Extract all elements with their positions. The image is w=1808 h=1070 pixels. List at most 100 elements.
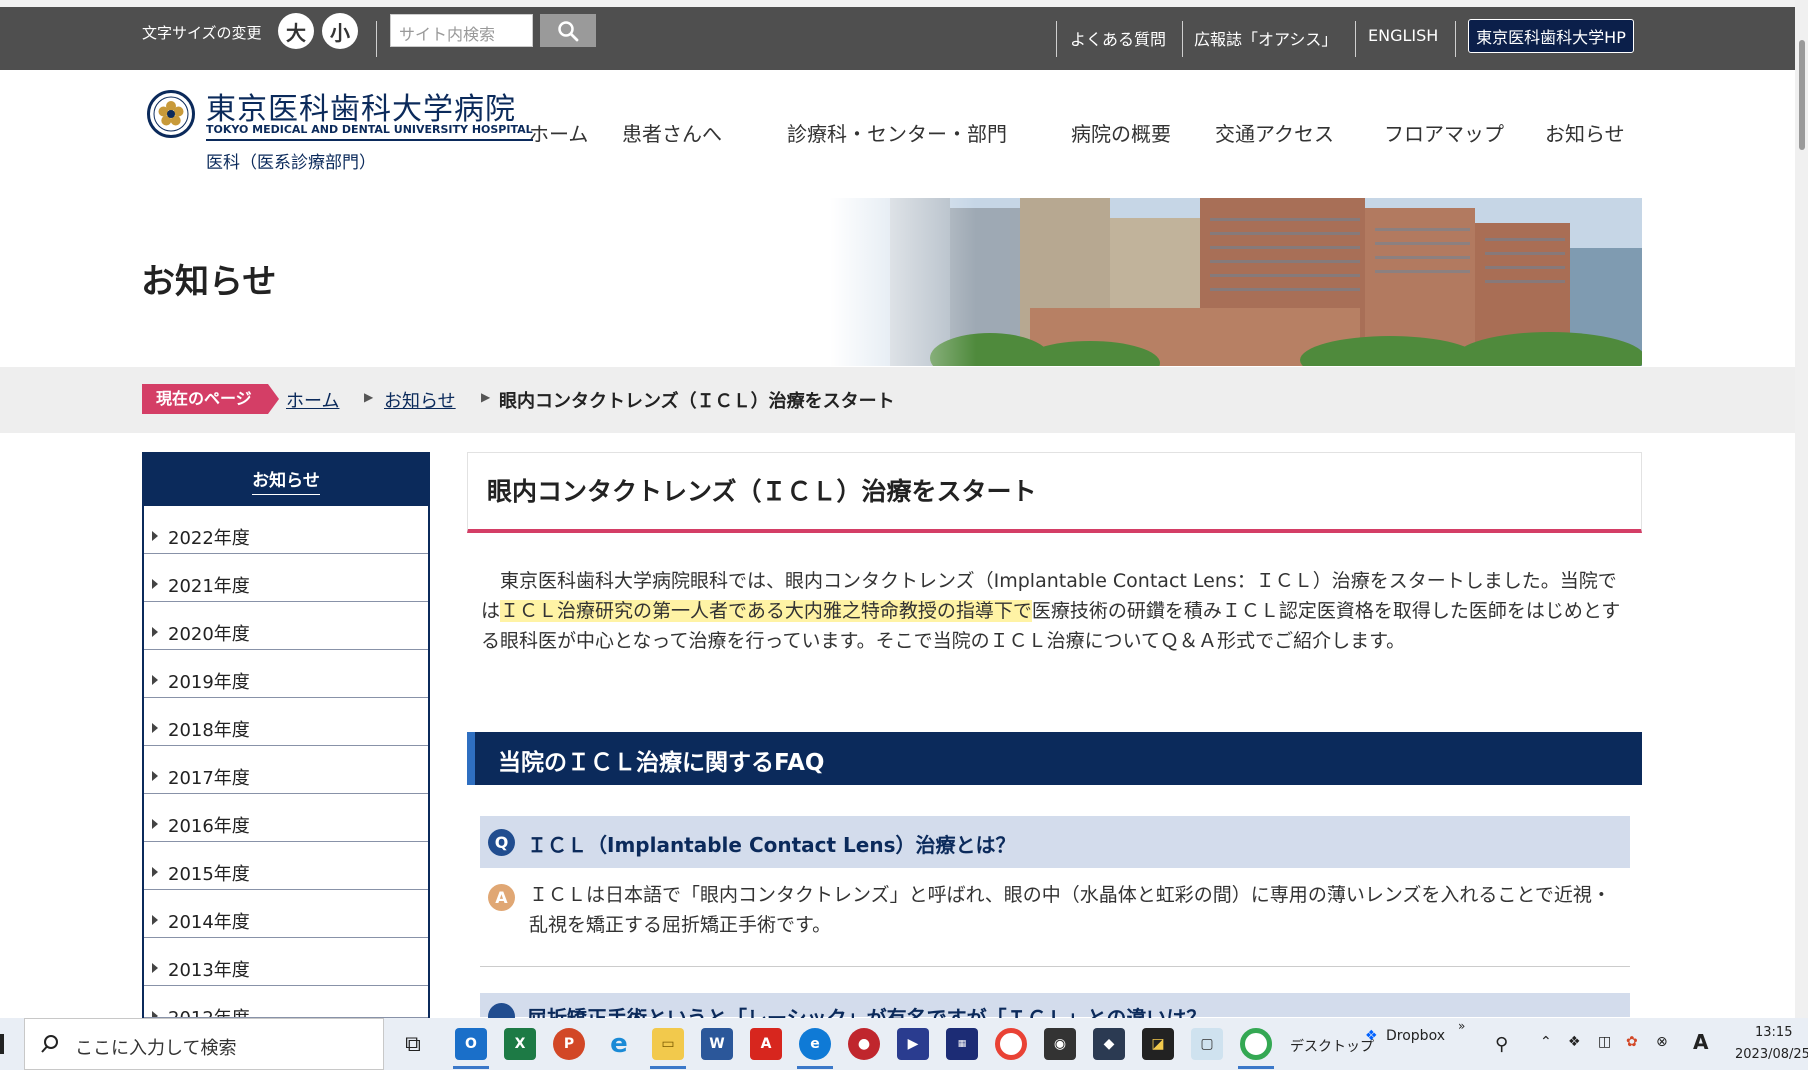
sidebar-item-label: 2018年度 — [168, 720, 250, 741]
dropbox-tray-icon[interactable]: ❖ — [1568, 1034, 1581, 1050]
edge-icon[interactable]: e — [799, 1028, 831, 1060]
dropbox-label[interactable]: Dropbox — [1386, 1028, 1445, 1044]
triangle-right-icon — [152, 819, 158, 829]
chrome-profile-icon[interactable] — [1240, 1028, 1272, 1060]
magazine-link[interactable]: 広報誌「オアシス」 — [1194, 26, 1337, 50]
faq-link[interactable]: よくある質問 — [1070, 26, 1166, 50]
text-size-large-button[interactable]: 大 — [278, 13, 314, 49]
triangle-right-icon — [152, 531, 158, 541]
nav-departments[interactable]: 診療科・センター・部門 — [787, 118, 1007, 147]
text-size-small-button[interactable]: 小 — [322, 13, 358, 49]
university-hp-button[interactable]: 東京医科歯科大学HP — [1468, 19, 1634, 53]
sidebar-item-2013[interactable]: 2013年度 — [144, 938, 428, 986]
media-player-icon[interactable]: ▶ — [897, 1028, 929, 1060]
start-edge — [0, 1034, 4, 1054]
sidebar-item-2015[interactable]: 2015年度 — [144, 842, 428, 890]
task-view-icon[interactable]: ⧉ — [397, 1028, 429, 1060]
word-icon[interactable]: W — [701, 1028, 733, 1060]
sidebar-item-label: 2019年度 — [168, 672, 250, 693]
question-text: 屈折矯正手術というと「レーシック」が有名ですが「ＩＣＬ」との違いは？ — [527, 1006, 1207, 1019]
english-link[interactable]: ENGLISH — [1368, 26, 1438, 45]
hospital-building-image — [830, 198, 1642, 366]
faq-heading: 当院のＩＣＬ治療に関するFAQ — [467, 732, 1642, 785]
acrobat-icon[interactable]: A — [750, 1028, 782, 1060]
divider — [1056, 21, 1057, 57]
sidebar-item-2014[interactable]: 2014年度 — [144, 890, 428, 938]
active-indicator — [1238, 1066, 1274, 1069]
clock-time[interactable]: 13:15 — [1755, 1025, 1792, 1040]
camera-app-icon[interactable]: ◉ — [1044, 1028, 1076, 1060]
clock-date[interactable]: 2023/08/25 — [1735, 1047, 1808, 1062]
hospital-name[interactable]: 東京医科歯科大学病院 — [206, 84, 516, 128]
question-text: ＩＣＬ（Implantable Contact Lens）治療とは？ — [527, 833, 1016, 857]
snipping-tool-icon[interactable]: ▢ — [1191, 1028, 1223, 1060]
nav-home[interactable]: ホーム — [529, 118, 588, 147]
sidebar-item-label: 2015年度 — [168, 864, 250, 885]
triangle-right-icon — [152, 963, 158, 973]
app-icon[interactable]: ▦ — [946, 1028, 978, 1060]
camera-tray-icon[interactable]: ◫ — [1598, 1034, 1611, 1050]
sticky-notes-icon[interactable]: ◪ — [1142, 1028, 1174, 1060]
sidebar-item-label: 2013年度 — [168, 960, 250, 981]
triangle-right-icon — [152, 867, 158, 877]
sidebar-item-label: 2020年度 — [168, 624, 250, 645]
sidebar-item-2018[interactable]: 2018年度 — [144, 698, 428, 746]
app-icon[interactable]: ◆ — [1093, 1028, 1125, 1060]
answer-icon: A — [488, 884, 515, 911]
chrome-icon[interactable] — [995, 1028, 1027, 1060]
site-search-input[interactable]: サイト内検索 — [390, 14, 533, 47]
sidebar-item-2016[interactable]: 2016年度 — [144, 794, 428, 842]
internet-explorer-icon[interactable]: e — [603, 1028, 635, 1060]
file-explorer-icon[interactable]: ▭ — [652, 1028, 684, 1060]
scrollbar-thumb[interactable] — [1799, 40, 1805, 150]
site-search-button[interactable] — [540, 14, 596, 47]
sidebar-heading[interactable]: お知らせ — [142, 452, 430, 506]
browser-top-strip — [0, 0, 1808, 7]
ime-icon[interactable]: A — [1693, 1030, 1708, 1054]
search-icon — [41, 1035, 58, 1053]
people-icon[interactable]: ⚲ — [1495, 1034, 1508, 1055]
question-2-clip: 屈折矯正手術というと「レーシック」が有名ですが「ＩＣＬ」との違いは？ — [0, 993, 1808, 1019]
article-title: 眼内コンタクトレンズ（ＩＣＬ）治療をスタート — [487, 477, 1037, 506]
article-intro: 東京医科歯科大学病院眼科では、眼内コンタクトレンズ（Implantable Co… — [481, 566, 1631, 656]
sidebar-item-2022[interactable]: 2022年度 — [144, 506, 428, 554]
nav-patients[interactable]: 患者さんへ — [622, 118, 722, 147]
nav-news[interactable]: お知らせ — [1545, 118, 1625, 147]
breadcrumb-home-link[interactable]: ホーム — [286, 387, 339, 413]
breadcrumb-news-link[interactable]: お知らせ — [384, 387, 456, 413]
dropbox-icon[interactable]: ❖ — [1365, 1028, 1378, 1044]
nav-access[interactable]: 交通アクセス — [1215, 118, 1334, 147]
excel-icon[interactable]: X — [504, 1028, 536, 1060]
nav-about[interactable]: 病院の概要 — [1071, 118, 1171, 147]
recorder-icon[interactable]: ● — [848, 1028, 880, 1060]
breadcrumb-arrow-icon — [268, 384, 279, 414]
toolbar-overflow-icon[interactable]: » — [1458, 1019, 1465, 1033]
close-circle-icon[interactable]: ⊗ — [1656, 1034, 1668, 1050]
nav-floormap[interactable]: フロアマップ — [1384, 118, 1504, 147]
text-size-label: 文字サイズの変更 — [142, 24, 262, 42]
answer-text: ＩＣＬは日本語で「眼内コンタクトレンズ」と呼ばれ、眼の中（水晶体と虹彩の間）に専… — [529, 884, 1611, 936]
sidebar-item-2020[interactable]: 2020年度 — [144, 602, 428, 650]
sidebar-heading-label: お知らせ — [252, 471, 320, 495]
triangle-right-icon — [152, 675, 158, 685]
hospital-emblem-logo[interactable] — [147, 90, 195, 138]
page-title: お知らせ — [141, 262, 277, 302]
divider — [1355, 21, 1356, 57]
powerpoint-icon[interactable]: P — [553, 1028, 585, 1060]
desktop-toolbar-label[interactable]: デスクトップ — [1290, 1036, 1374, 1056]
question-icon: Q — [488, 829, 515, 856]
sidebar-item-label: 2017年度 — [168, 768, 250, 789]
intro-highlight: ＩＣＬ治療研究の第一人者である大内雅之特命教授の指導下で — [500, 600, 1032, 622]
sidebar-item-2021[interactable]: 2021年度 — [144, 554, 428, 602]
outlook-icon[interactable]: O — [455, 1028, 487, 1060]
chevron-up-icon[interactable]: ⌃ — [1540, 1034, 1552, 1050]
hospital-division: 医科（医系診療部門） — [206, 153, 376, 173]
chevron-right-icon: ▶ — [481, 390, 491, 404]
page-scrollbar[interactable] — [1795, 0, 1808, 1018]
triangle-right-icon — [152, 723, 158, 733]
tray-app-icon[interactable]: ✿ — [1626, 1034, 1638, 1050]
triangle-right-icon — [152, 627, 158, 637]
sidebar-item-2019[interactable]: 2019年度 — [144, 650, 428, 698]
sidebar-item-2017[interactable]: 2017年度 — [144, 746, 428, 794]
triangle-right-icon — [152, 579, 158, 589]
